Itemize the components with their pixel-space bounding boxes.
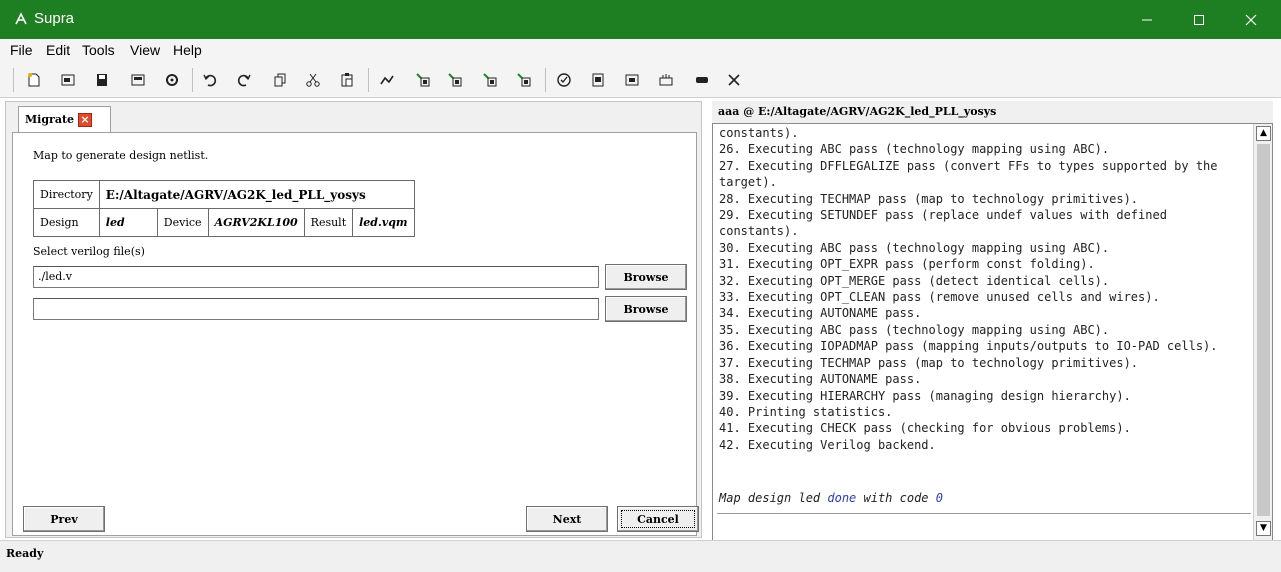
- cut-icon[interactable]: [303, 70, 323, 90]
- minimize-button[interactable]: [1121, 0, 1173, 39]
- log-panel-title: aaa @ E:/Altagate/AGRV/AG2K_led_PLL_yosy…: [718, 105, 997, 118]
- log-line: constants).: [719, 224, 799, 239]
- copy-icon[interactable]: [270, 70, 290, 90]
- log-line: 28. Executing TECHMAP pass (map to techn…: [719, 191, 1139, 206]
- title-bar: Supra: [0, 0, 1281, 39]
- log-line: target).: [719, 175, 777, 190]
- device-label: Device: [156, 208, 209, 237]
- browse-button-2[interactable]: Browse: [605, 296, 687, 322]
- design-value: led: [98, 208, 158, 237]
- close-icon: [1245, 14, 1257, 25]
- open-icon[interactable]: [58, 70, 78, 90]
- done-code: 0: [935, 491, 943, 505]
- tab-migrate[interactable]: Migrate ×: [18, 106, 111, 132]
- minimize-icon: [1142, 19, 1152, 20]
- done-middle: with code: [856, 491, 936, 505]
- prev-button[interactable]: Prev: [23, 506, 105, 532]
- migrate-content: Map to generate design netlist. Director…: [12, 132, 699, 536]
- browse-button-1[interactable]: Browse: [605, 264, 687, 290]
- save-as-icon[interactable]: [128, 70, 148, 90]
- verilog-file-1-input[interactable]: ./led.v: [33, 266, 599, 288]
- result-value: led.vqm: [352, 208, 415, 237]
- menu-file[interactable]: File: [10, 42, 33, 58]
- step4-icon[interactable]: [514, 70, 534, 90]
- directory-label: Directory: [33, 180, 100, 209]
- scroll-up-icon[interactable]: ▲: [1256, 126, 1271, 141]
- save-icon[interactable]: [92, 70, 112, 90]
- done-keyword: done: [827, 491, 857, 505]
- step2-icon[interactable]: [445, 70, 465, 90]
- toolbar: [0, 62, 1281, 98]
- verilog-file-2-input[interactable]: [33, 298, 599, 320]
- maximize-icon: [1194, 14, 1204, 25]
- log-lines: constants). 26. Executing ABC pass (techn…: [719, 125, 1249, 453]
- step1-icon[interactable]: [413, 70, 433, 90]
- log-line: 26. Executing ABC pass (technology mappi…: [719, 142, 1110, 157]
- scroll-thumb[interactable]: [1257, 144, 1270, 516]
- redo-icon[interactable]: [234, 70, 254, 90]
- window-title: Supra: [34, 10, 75, 27]
- log-line: 42. Executing Verilog backend.: [719, 437, 936, 452]
- log-line: 38. Executing AUTONAME pass.: [719, 372, 922, 387]
- menu-view[interactable]: View: [130, 42, 160, 58]
- program-icon[interactable]: [656, 70, 676, 90]
- design-label: Design: [33, 208, 100, 237]
- log-line: 41. Executing CHECK pass (checking for o…: [719, 421, 1131, 436]
- paste-icon[interactable]: [337, 70, 357, 90]
- next-button[interactable]: Next: [526, 506, 608, 532]
- step3-icon[interactable]: [480, 70, 500, 90]
- menu-help[interactable]: Help: [173, 42, 202, 58]
- log-line: 31. Executing OPT_EXPR pass (perform con…: [719, 257, 1095, 272]
- report-icon[interactable]: [588, 70, 608, 90]
- log-line: 36. Executing IOPADMAP pass (mapping inp…: [719, 339, 1218, 354]
- log-scrollbar[interactable]: ▲ ▼: [1253, 124, 1272, 540]
- close-icon[interactable]: [724, 70, 744, 90]
- select-files-label: Select verilog file(s): [33, 245, 145, 258]
- settings-icon[interactable]: [162, 70, 182, 90]
- instruction-text: Map to generate design netlist.: [33, 149, 209, 162]
- design-info-table: Directory E:/Altagate/AGRV/AG2K_led_PLL_…: [33, 180, 415, 237]
- log-output[interactable]: constants). 26. Executing ABC pass (techn…: [712, 123, 1273, 541]
- undo-icon[interactable]: [200, 70, 220, 90]
- menu-tools[interactable]: Tools: [82, 42, 115, 58]
- log-line: 27. Executing DFFLEGALIZE pass (convert …: [719, 158, 1218, 173]
- log-line: 34. Executing AUTONAME pass.: [719, 306, 922, 321]
- log-line: 39. Executing HIERARCHY pass (managing d…: [719, 388, 1131, 403]
- log-line: 40. Printing statistics.: [719, 404, 893, 419]
- log-panel: aaa @ E:/Altagate/AGRV/AG2K_led_PLL_yosy…: [712, 101, 1273, 541]
- flow-icon[interactable]: [377, 70, 397, 90]
- app-icon: [15, 12, 27, 25]
- close-window-button[interactable]: [1225, 0, 1277, 39]
- view-icon[interactable]: [622, 70, 642, 90]
- done-message: Map design led done with code 0: [719, 491, 943, 505]
- log-line: 32. Executing OPT_MERGE pass (detect ide…: [719, 273, 1110, 288]
- status-text: Ready: [6, 547, 44, 560]
- device-value: AGRV2KL100: [207, 208, 305, 237]
- log-divider: [717, 513, 1251, 514]
- menu-bar: File Edit Tools View Help: [0, 39, 1281, 62]
- log-line: 29. Executing SETUNDEF pass (replace und…: [719, 208, 1167, 223]
- tab-migrate-label: Migrate: [25, 113, 75, 126]
- migrate-panel: Migrate × Map to generate design netlist…: [5, 101, 702, 538]
- menu-edit[interactable]: Edit: [46, 42, 70, 58]
- log-line: 35. Executing ABC pass (technology mappi…: [719, 322, 1110, 337]
- log-line: 30. Executing ABC pass (technology mappi…: [719, 240, 1110, 255]
- log-line: 33. Executing OPT_CLEAN pass (remove unu…: [719, 290, 1160, 305]
- new-icon[interactable]: [24, 70, 44, 90]
- chip-icon[interactable]: [692, 70, 712, 90]
- scroll-down-icon[interactable]: ▼: [1256, 521, 1271, 536]
- status-bar: Ready: [0, 540, 1281, 572]
- cancel-button[interactable]: Cancel: [617, 506, 699, 532]
- check-icon[interactable]: [554, 70, 574, 90]
- log-line: constants).: [719, 126, 799, 140]
- maximize-button[interactable]: [1173, 0, 1225, 39]
- close-tab-icon[interactable]: ×: [78, 113, 92, 127]
- done-prefix: Map design led: [719, 491, 828, 505]
- log-line: 37. Executing TECHMAP pass (map to techn…: [719, 355, 1139, 370]
- directory-value: E:/Altagate/AGRV/AG2K_led_PLL_yosys: [98, 180, 415, 209]
- result-label: Result: [303, 208, 354, 237]
